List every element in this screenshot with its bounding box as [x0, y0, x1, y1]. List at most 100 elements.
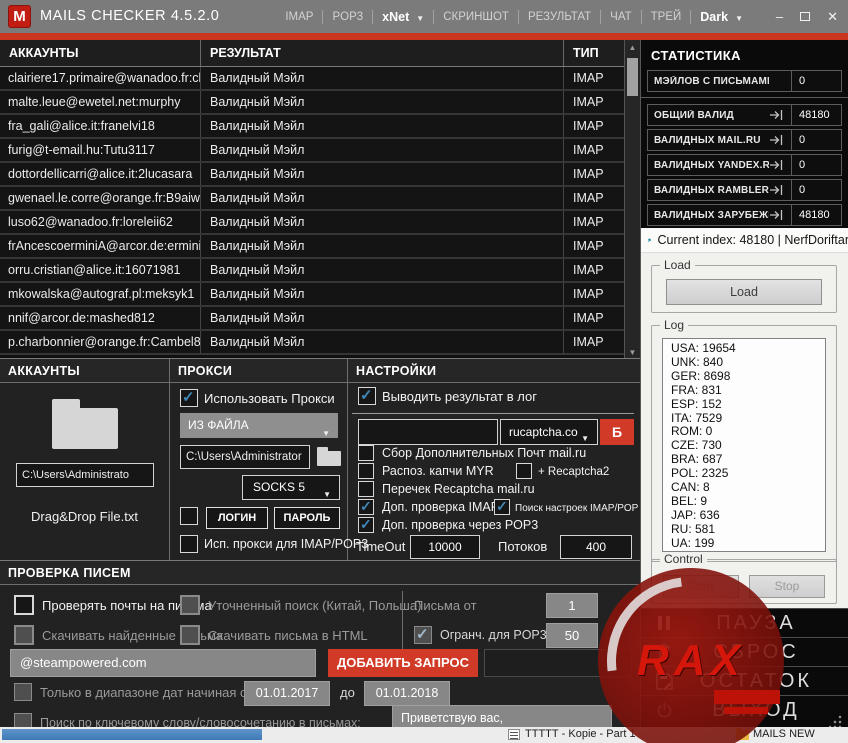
proxy-for-imap-checkbox[interactable]: [180, 535, 198, 553]
imap-pop-settings-checkbox[interactable]: [494, 499, 510, 515]
balance-button[interactable]: Б: [600, 419, 634, 445]
extra-imap-checkbox[interactable]: [358, 499, 374, 515]
pop3-limit-input[interactable]: 50: [546, 623, 598, 648]
table-row[interactable]: furig@t-email.hu:Tutu3117Валидный МэйлIM…: [0, 139, 624, 163]
dragdrop-folder-icon[interactable]: [52, 399, 118, 449]
stat-label: МЭЙЛОВ С ПИСЬМАМИ: [648, 76, 769, 87]
recaptcha-mailru-checkbox[interactable]: [358, 481, 374, 497]
accent-stripe: [0, 33, 848, 40]
table-row[interactable]: frAncescoerminiA@arcor.de:erminiaВалидны…: [0, 235, 624, 259]
table-row[interactable]: luso62@wanadoo.fr:loreleii62Валидный Мэй…: [0, 211, 624, 235]
column-header-accounts[interactable]: АККАУНТЫ: [0, 40, 201, 66]
proxy-source-select[interactable]: ИЗ ФАЙЛА▼: [180, 413, 338, 438]
close-button[interactable]: ✕: [827, 10, 838, 23]
menu-item-imap[interactable]: IMAP: [276, 11, 322, 23]
proxy-path-input[interactable]: C:\Users\Administrator: [180, 445, 310, 469]
start-button[interactable]: Start: [663, 575, 739, 598]
table-row[interactable]: dottordellicarri@alice.it:2lucasaraВалид…: [0, 163, 624, 187]
divider: [352, 413, 634, 414]
proxy-folder-button[interactable]: [316, 443, 342, 469]
pop3-limit-checkbox[interactable]: [414, 626, 432, 644]
collect-mailru-checkbox[interactable]: [358, 445, 374, 461]
menu-item-результат[interactable]: РЕЗУЛЬТАТ: [519, 11, 600, 23]
column-header-type[interactable]: ТИП: [564, 40, 624, 66]
proxy-auth-checkbox[interactable]: [180, 507, 198, 525]
refined-search-checkbox[interactable]: [180, 595, 200, 615]
reset-button[interactable]: СБРОС: [641, 637, 848, 666]
stat-row: ВАЛИДНЫХ YANDEX.RU0: [647, 154, 842, 176]
minimize-button[interactable]: –: [776, 10, 783, 23]
current-index-bar: Current index: 48180 | NerfDoriftar: [641, 228, 848, 253]
refined-search-label: Уточненный поиск (Китай, Польша): [208, 598, 421, 613]
log-textbox[interactable]: USA: 19654 UNK: 840 GER: 8698 FRA: 831 E…: [662, 338, 826, 552]
captcha-service-select[interactable]: rucaptcha.co▼: [500, 419, 598, 445]
scroll-up-icon[interactable]: ▲: [625, 43, 640, 52]
proxy-type-select[interactable]: SOCKS 5▼: [242, 475, 340, 500]
scroll-down-icon[interactable]: ▼: [625, 348, 640, 357]
load-group-label: Load: [660, 258, 695, 272]
maximize-button[interactable]: [800, 12, 810, 21]
exit-button[interactable]: ВЫХОД: [641, 695, 848, 724]
menu-item-xnet[interactable]: xNet▼: [373, 10, 433, 24]
use-proxy-checkbox[interactable]: [180, 389, 198, 407]
table-row[interactable]: nnif@arcor.de:mashed812Валидный МэйлIMAP: [0, 307, 624, 331]
menu-item-dark[interactable]: Dark▼: [691, 10, 752, 24]
timeout-input[interactable]: 10000: [410, 535, 480, 559]
captcha-key-input[interactable]: [358, 419, 498, 445]
check-letters-checkbox[interactable]: [14, 595, 34, 615]
table-row[interactable]: p.charbonnier@orange.fr:Cambel82Валидный…: [0, 331, 624, 355]
scrollbar-thumb[interactable]: [627, 58, 638, 96]
letters-from-input[interactable]: 1: [546, 593, 598, 618]
pin-icon: [647, 234, 651, 247]
export-arrow-icon[interactable]: [769, 183, 791, 197]
download-found-checkbox[interactable]: [14, 625, 34, 645]
query-input[interactable]: @steampowered.com: [10, 649, 316, 677]
extra-pop3-checkbox[interactable]: [358, 517, 374, 533]
table-row[interactable]: malte.leue@ewetel.net:murphyВалидный Мэй…: [0, 91, 624, 115]
date-to-input[interactable]: 01.01.2018: [364, 681, 450, 706]
proxy-for-imap-label: Исп. прокси для IMAP/POP3: [204, 537, 368, 551]
menu-item-скриншот[interactable]: СКРИНШОТ: [434, 11, 518, 23]
export-arrow-icon[interactable]: [769, 133, 791, 147]
download-html-checkbox[interactable]: [180, 625, 200, 645]
pop3-limit-label: Огранч. для POP3: [440, 628, 547, 642]
export-arrow-icon[interactable]: [769, 108, 791, 122]
save-icon: [641, 673, 685, 690]
background-window-title[interactable]: ТТТТТ - Kopie - Part 1: [525, 728, 636, 740]
menu-item-pop3[interactable]: POP3: [323, 11, 372, 23]
recaptcha2-checkbox[interactable]: [516, 463, 532, 479]
proxy-password-button[interactable]: ПАРОЛЬ: [274, 507, 340, 529]
add-query-button[interactable]: ДОБАВИТЬ ЗАПРОС: [328, 649, 478, 677]
date-range-checkbox[interactable]: [14, 683, 32, 701]
table-row[interactable]: gwenael.le.corre@orange.fr:B9aiwtwxВалид…: [0, 187, 624, 211]
loader-subwindow: Current index: 48180 | NerfDoriftar Load…: [641, 228, 848, 608]
column-header-result[interactable]: РЕЗУЛЬТАТ: [201, 40, 564, 66]
table-scrollbar[interactable]: ▲ ▼: [624, 40, 640, 360]
titlebar: M MAILS CHECKER 4.5.2.0 IMAPPOP3xNet▼СКР…: [0, 0, 848, 33]
pause-button[interactable]: ПАУЗА: [641, 608, 848, 637]
resize-grip[interactable]: [829, 714, 843, 728]
log-result-checkbox[interactable]: [358, 387, 376, 405]
stop-button[interactable]: Stop: [749, 575, 825, 598]
export-arrow-icon[interactable]: [769, 158, 791, 172]
proxy-login-button[interactable]: ЛОГИН: [206, 507, 268, 529]
table-row[interactable]: orru.cristian@alice.it:16071981Валидный …: [0, 259, 624, 283]
threads-input[interactable]: 400: [560, 535, 632, 559]
table-row[interactable]: fra_gali@alice.it:franelvi18Валидный Мэй…: [0, 115, 624, 139]
table-row[interactable]: clairiere17.primaire@wanadoo.fr:clairiВа…: [0, 67, 624, 91]
query-secondary-button[interactable]: [484, 649, 632, 677]
action-label: ВЫХОД: [685, 699, 848, 722]
table-row[interactable]: mkowalska@autograf.pl:meksyk1Валидный Мэ…: [0, 283, 624, 307]
export-arrow-icon[interactable]: [769, 208, 791, 222]
accounts-path-input[interactable]: C:\Users\Administrato: [16, 463, 154, 487]
remainder-button[interactable]: ОСТАТОК: [641, 666, 848, 695]
background-folder-label[interactable]: MAILS NEW: [753, 728, 815, 740]
menu-item-чат[interactable]: ЧАТ: [601, 11, 640, 23]
captcha-myr-checkbox[interactable]: [358, 463, 374, 479]
window-title: MAILS CHECKER 4.5.2.0: [40, 0, 219, 33]
load-button[interactable]: Load: [666, 279, 822, 305]
result-cell: Валидный Мэйл: [201, 163, 564, 185]
date-from-input[interactable]: 01.01.2017: [244, 681, 330, 706]
menu-item-трей[interactable]: ТРЕЙ: [642, 11, 691, 23]
stat-value: 0: [791, 155, 841, 175]
